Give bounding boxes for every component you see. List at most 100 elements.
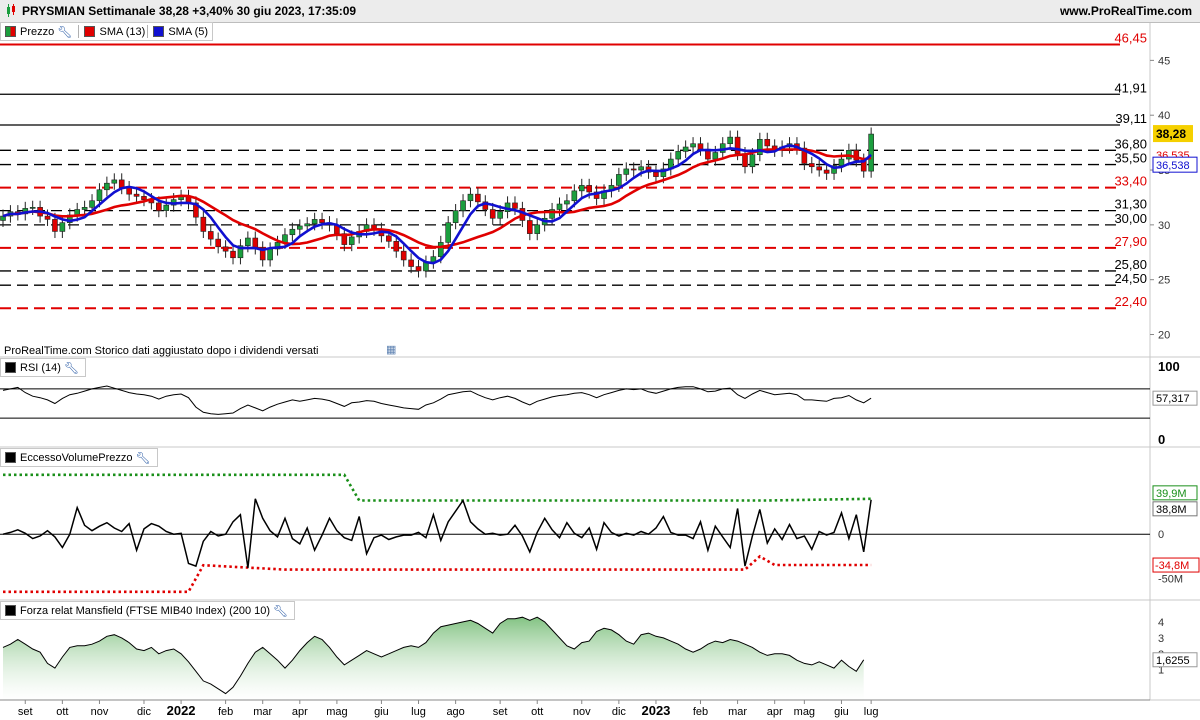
candle-body [89,200,95,208]
wrench-icon[interactable]: 🔧︎ [57,25,72,39]
legend-label-mansfield: Forza relat Mansfield (FTSE MIB40 Index)… [20,604,271,617]
legend-label-sma5: SMA (5) [168,25,209,38]
rsi-legend: RSI (14) 🔧︎ [0,358,87,377]
volume-excess-plot [0,473,1150,594]
price-level-label: 33,40 [1114,174,1147,189]
candle-body [400,250,407,261]
candle-body [437,242,444,257]
rsi-color-icon [5,362,16,373]
volume-upper-label: 39,9M [1156,488,1187,500]
sma5-color-icon [153,26,165,37]
legend-label-rsi: RSI (14) [20,361,61,374]
x-tick-label: lug [411,706,426,718]
legend-label-price: Prezzo [20,25,55,38]
price-color-icon [5,26,16,37]
legend-label-sma13: SMA (13) [99,25,146,38]
candle-body [319,219,325,223]
sma13-color-icon [84,26,96,37]
candle-body [311,219,318,225]
candle-body [764,139,771,147]
candle-body [816,166,823,171]
candle-body [386,235,392,242]
x-tick-label: set [493,706,508,718]
candle-body [460,200,466,211]
price-sma [2,143,872,265]
price-level-label: 41,91 [1114,80,1147,95]
candle-body [838,158,845,166]
price-level-label: 30,00 [1114,211,1147,226]
legend-label-volume: EccessoVolumePrezzo [20,451,133,464]
candle-body [623,168,630,175]
legend-item-sma5[interactable]: SMA (5) [151,26,208,38]
data-note: ProRealTime.com Storico dati aggiustato … [4,345,319,357]
wrench-icon[interactable]: 🔧︎ [64,361,79,375]
candle-body [348,236,355,245]
price-level-label: 35,50 [1114,151,1147,166]
x-tick-label: nov [573,706,591,718]
candle-body [682,146,689,152]
panel-borders [0,22,1200,701]
candle-body [296,225,303,230]
price-levels [0,43,1120,310]
candle-body [823,169,830,174]
price-level-label: 22,40 [1114,294,1147,309]
volume-last-label: 38,8M [1156,504,1187,516]
y-tick-label: 30 [1158,220,1170,232]
candle-body [141,196,147,200]
volume-tick-label: 0 [1158,529,1164,541]
candle-body [675,151,682,160]
calendar-icon[interactable]: ▦ [386,343,396,356]
x-tick-label: ago [446,706,464,718]
site-link[interactable]: www.ProRealTime.com [1060,4,1192,18]
candle-body [653,171,659,177]
candle-body [749,154,756,168]
candle-body [571,190,578,202]
price-level-label: 36,80 [1114,136,1147,151]
candle-body [445,222,452,243]
volume-legend: EccessoVolumePrezzo 🔧︎ [0,448,158,467]
candle-body [556,203,563,210]
candle-body [111,179,118,184]
wrench-icon[interactable]: 🔧︎ [273,604,288,618]
volume-lower-band [3,554,872,594]
candle-body [215,238,221,248]
legend-item-price[interactable]: Prezzo 🔧︎ [3,25,76,39]
candle-body [734,136,741,154]
mansfield-color-icon [5,605,16,616]
sma5-value-label: 36,538 [1156,160,1190,172]
candle-body [475,193,481,203]
price-level-label: 39,11 [1115,111,1147,126]
candle-body [52,219,58,232]
price-level-label: 27,90 [1114,234,1147,249]
candle-body [393,241,400,252]
legend-item-sma13[interactable]: SMA (13) [82,26,145,38]
x-tick-label: ott [56,706,68,718]
x-tick-label: feb [218,706,233,718]
mansfield-area [3,617,864,700]
volume-upper-band [3,473,872,502]
candle-body [630,168,637,171]
mansfield-plot [2,616,865,700]
x-tick-label: nov [91,706,109,718]
candle-body [156,202,162,211]
x-tick-label: feb [693,706,708,718]
candle-body [126,187,132,195]
x-tick-label: lug [864,706,879,718]
candle-body [230,250,236,259]
mansfield-legend: Forza relat Mansfield (FTSE MIB40 Index)… [0,601,296,620]
candle-body [497,211,503,219]
x-tick-label: dic [612,706,627,718]
candle-body [96,189,103,202]
wrench-icon[interactable]: 🔧︎ [136,451,151,465]
x-tick-label: apr [767,706,783,718]
candle-body [222,246,229,252]
candle-body [200,216,207,232]
volume-lower-label: -34,8M [1155,560,1189,572]
candle-body [697,143,704,150]
y-tick-label: 25 [1158,275,1170,287]
volume-color-icon [5,452,16,463]
candle-body [304,223,311,227]
candle-body [267,248,273,261]
candle-body [44,215,51,220]
candle-body [81,207,88,210]
